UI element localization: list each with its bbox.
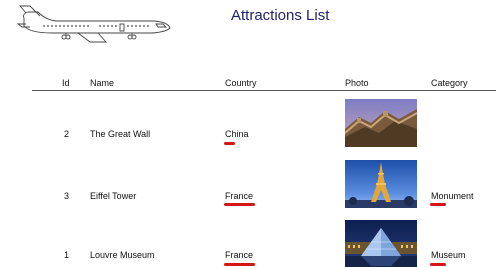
row-2-country: France <box>225 191 254 201</box>
row-3-country: France <box>225 250 254 260</box>
column-header-photo: Photo <box>345 78 369 88</box>
row-3-id: 1 <box>64 250 70 260</box>
louvre-pyramid-photo <box>345 220 417 267</box>
row-2-name: Eiffel Tower <box>90 191 137 201</box>
great-wall-photo <box>345 99 417 147</box>
column-header-id: Id <box>62 78 70 88</box>
row-2-country-annotation-mark <box>224 203 255 206</box>
row-1-id: 2 <box>64 129 70 139</box>
row-2-category-annotation-mark <box>430 203 446 206</box>
row-1-country: China <box>225 129 249 139</box>
attractions-table: Id Name Country Photo Category 2 The Gre… <box>0 0 496 267</box>
row-3-category-annotation-mark <box>430 263 446 266</box>
row-3-country-annotation-mark <box>224 263 255 266</box>
row-3-name: Louvre Museum <box>90 250 155 260</box>
header-divider <box>32 90 496 91</box>
eiffel-tower-photo <box>345 160 417 208</box>
row-2-id: 3 <box>64 191 70 201</box>
row-1-name: The Great Wall <box>90 129 151 139</box>
column-header-name: Name <box>90 78 115 88</box>
row-2-category: Monument <box>431 191 474 201</box>
row-1-country-annotation-mark <box>224 142 235 145</box>
row-3-category: Museum <box>431 250 466 260</box>
column-header-category: Category <box>431 78 468 88</box>
column-header-country: Country <box>225 78 257 88</box>
